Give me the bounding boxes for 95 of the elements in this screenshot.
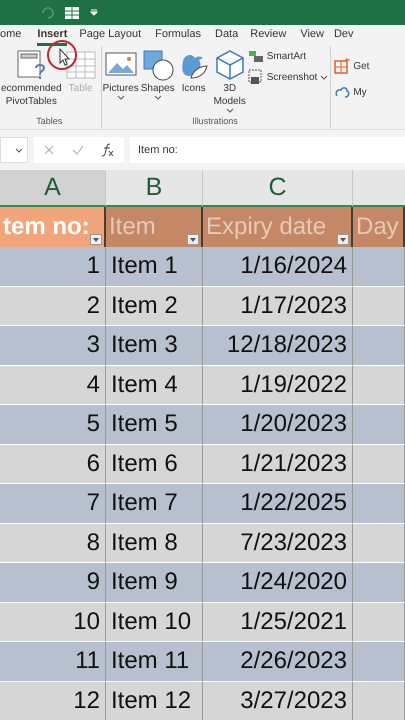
ribbon-button[interactable]: Icons — [176, 48, 212, 116]
column-header[interactable]: B — [106, 170, 203, 207]
table-cell: 7 — [0, 484, 106, 524]
table-cell: Item 12 — [106, 682, 203, 720]
ribbon-tab[interactable]: ome — [0, 28, 22, 46]
button-label: Pictures — [102, 82, 139, 95]
filter-button[interactable] — [337, 234, 349, 245]
column-header[interactable] — [353, 170, 405, 207]
table-cell: 12/18/2023 — [203, 326, 353, 366]
table-cell: 3/27/2023 — [203, 682, 353, 720]
table-cell: Item 11 — [106, 642, 203, 682]
table-cell: 2/26/2023 — [203, 642, 353, 682]
check-icon[interactable] — [72, 144, 84, 156]
ribbon-button[interactable]: 3D Models — [212, 48, 248, 116]
table-cell — [353, 366, 405, 405]
table-cell: 1 — [0, 247, 106, 286]
table-cell: 10 — [0, 602, 106, 642]
table-cell — [353, 326, 405, 366]
table-cell: 3 — [0, 326, 106, 366]
table-cell: 2 — [0, 286, 106, 326]
table-cell: 1/17/2023 — [203, 286, 353, 326]
caret-icon — [15, 148, 23, 152]
dropdown-icon[interactable] — [90, 8, 98, 16]
table-cell — [353, 405, 405, 444]
ribbon-tab[interactable]: Page Layout — [79, 28, 142, 46]
table-cell: 12 — [0, 682, 106, 720]
table-cell — [353, 484, 405, 524]
table-icon[interactable] — [64, 6, 80, 20]
table-cell: 6 — [0, 444, 106, 484]
group-label: Tables — [35, 116, 64, 128]
ribbon-button[interactable]: ecommended PivotTables — [0, 48, 63, 116]
ribbon-tab[interactable]: View — [300, 28, 324, 46]
table-cell: 1/19/2022 — [203, 366, 353, 405]
ribbon-button[interactable]: My — [334, 84, 370, 100]
ribbon-tab[interactable]: Dev — [334, 28, 354, 46]
table-cell: 1/21/2023 — [203, 444, 353, 484]
table-cell: Item 9 — [106, 563, 203, 602]
table-cell: 1/22/2025 — [203, 484, 353, 524]
table-cell: 8 — [0, 524, 106, 563]
smartart-icon — [248, 50, 264, 63]
table-cell — [353, 642, 405, 682]
table-cell: Item 8 — [106, 524, 203, 563]
ribbon-button[interactable]: Get — [334, 58, 370, 74]
ribbon-button[interactable]: Shapes — [140, 48, 176, 116]
table-cell: 1/16/2024 — [203, 247, 353, 286]
button-label: 3D — [223, 82, 236, 95]
ribbon-button[interactable]: Screenshot — [248, 69, 328, 85]
table-cell: Item 5 — [106, 405, 203, 444]
table-cell — [353, 247, 405, 286]
header-text: Item — [109, 213, 156, 241]
button-label: PivotTables — [6, 95, 57, 108]
header-text: tem no: — [3, 213, 90, 241]
filter-button[interactable] — [187, 234, 199, 245]
formula-field[interactable]: Item no: — [130, 137, 405, 163]
add-ins-icon — [334, 84, 350, 100]
table-cell: Item 6 — [106, 444, 203, 484]
column-header[interactable]: A — [0, 170, 106, 207]
button-label: Icons — [182, 82, 206, 95]
table-cell: Item 7 — [106, 484, 203, 524]
table-cell — [353, 286, 405, 326]
group-label: Illustrations — [191, 116, 239, 128]
table-cell: 1/25/2021 — [203, 602, 353, 642]
header-text: Day — [356, 213, 399, 241]
column-header[interactable]: C — [203, 170, 353, 207]
table-cell: Item 3 — [106, 326, 203, 366]
ribbon-tab[interactable]: Data — [215, 28, 238, 46]
ribbon-button[interactable]: SmartArt — [248, 50, 328, 63]
screenshot-icon — [248, 69, 264, 85]
table-cell — [353, 602, 405, 642]
button-label: Models — [214, 95, 246, 108]
button-label: Table — [68, 82, 93, 95]
table-cell: Item 10 — [106, 602, 203, 642]
function-icon[interactable] — [101, 143, 116, 157]
table-cell: Item 4 — [106, 366, 203, 405]
table-cell — [353, 524, 405, 563]
table-cell: 5 — [0, 405, 106, 444]
table-cell: 1/24/2020 — [203, 563, 353, 602]
ribbon-tab[interactable]: Formulas — [155, 28, 201, 46]
table-cell: 4 — [0, 366, 106, 405]
button-label: ecommended — [1, 82, 62, 95]
table-cell: 11 — [0, 642, 106, 682]
ribbon-tab[interactable]: Review — [250, 28, 286, 46]
button-label: Shapes — [140, 82, 175, 95]
table-cell — [353, 563, 405, 602]
table-cell — [353, 682, 405, 720]
table-cell: Item 1 — [106, 247, 203, 286]
table-cell — [353, 444, 405, 484]
header-text: Expiry date — [206, 213, 326, 241]
table-cell: 1/20/2023 — [203, 405, 353, 444]
table-cell: Item 2 — [106, 286, 203, 326]
table-cell: 9 — [0, 563, 106, 602]
filter-button[interactable] — [90, 234, 102, 245]
ribbon-button[interactable]: Pictures — [102, 48, 140, 116]
add-ins-icon — [334, 58, 350, 74]
table-cell: 7/23/2023 — [203, 524, 353, 563]
